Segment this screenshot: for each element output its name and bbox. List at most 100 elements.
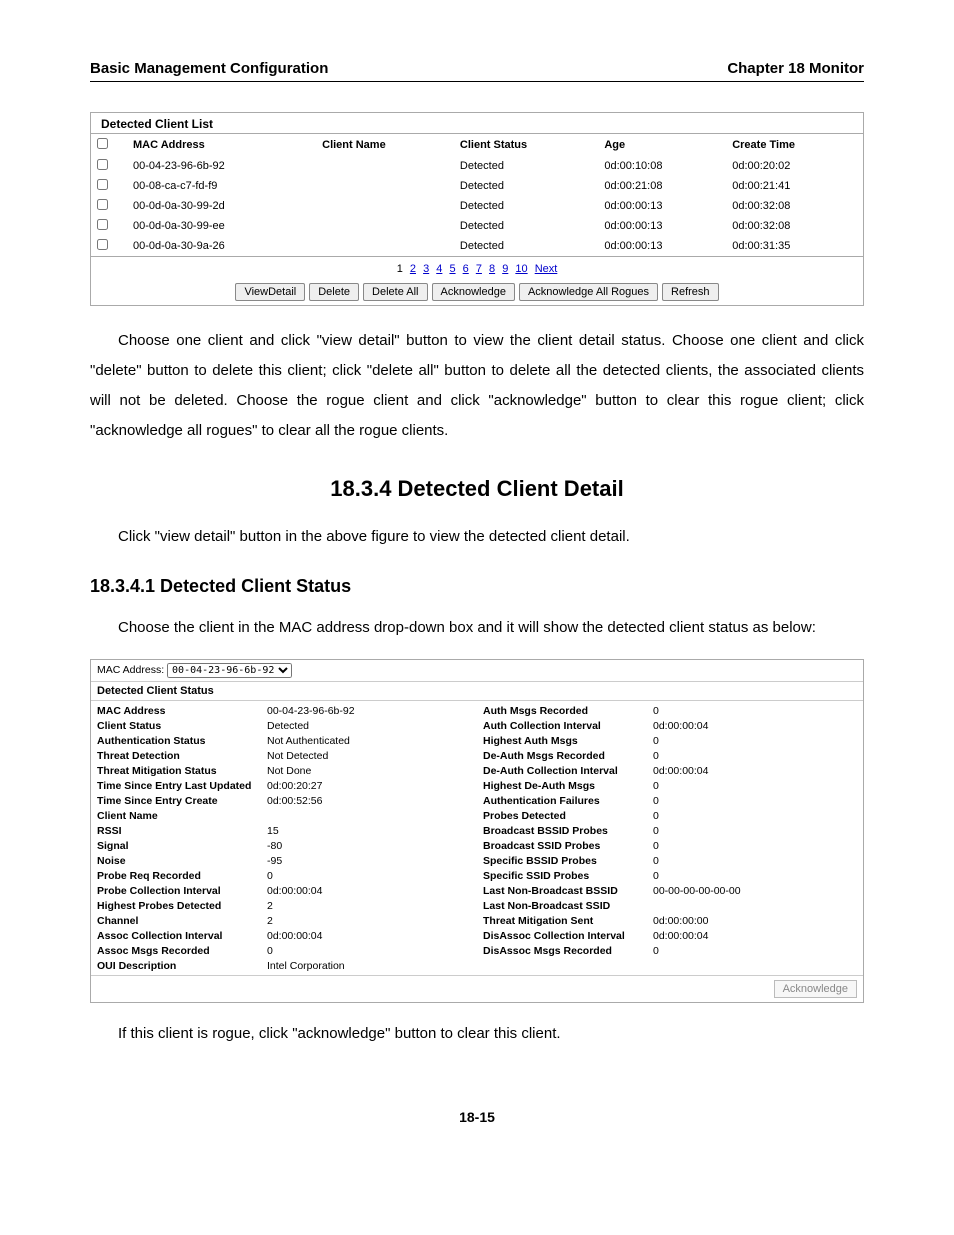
pager-link[interactable]: 6 [463, 263, 469, 275]
status-line: Auth Collection Interval0d:00:00:04 [477, 718, 863, 733]
status-line: OUI DescriptionIntel Corporation [91, 958, 477, 973]
cell-age: 0d:00:00:13 [598, 196, 726, 216]
status-line: Time Since Entry Create0d:00:52:56 [91, 793, 477, 808]
status-line: DisAssoc Collection Interval0d:00:00:04 [477, 928, 863, 943]
acknowledge-button[interactable]: Acknowledge [432, 283, 515, 301]
button-row: ViewDetail Delete Delete All Acknowledge… [90, 279, 864, 306]
pager-link[interactable]: 5 [449, 263, 455, 275]
status-value: 0d:00:00:00 [653, 915, 857, 927]
status-value: 0d:00:52:56 [267, 795, 471, 807]
pager-link[interactable]: 4 [436, 263, 442, 275]
cell-status: Detected [454, 156, 598, 176]
status-label: Broadcast SSID Probes [483, 840, 653, 852]
pager-link[interactable]: 7 [476, 263, 482, 275]
status-label: Last Non-Broadcast BSSID [483, 885, 653, 897]
table-row: 00-0d-0a-30-99-2dDetected0d:00:00:130d:0… [91, 196, 864, 216]
paragraph-4: If this client is rogue, click "acknowle… [90, 1019, 864, 1049]
status-line: Probe Collection Interval0d:00:00:04 [91, 883, 477, 898]
status-value: 0d:00:20:27 [267, 780, 471, 792]
status-label: Highest De-Auth Msgs [483, 780, 653, 792]
mac-address-select[interactable]: 00-04-23-96-6b-92 [167, 663, 292, 678]
cell-create: 0d:00:20:02 [726, 156, 863, 176]
row-checkbox[interactable] [97, 159, 108, 170]
status-line: Broadcast SSID Probes0 [477, 838, 863, 853]
status-acknowledge-button[interactable]: Acknowledge [774, 980, 857, 998]
status-label: Time Since Entry Last Updated [97, 780, 267, 792]
status-value: 0 [653, 810, 857, 822]
client-table: MAC Address Client Name Client Status Ag… [90, 133, 864, 257]
row-checkbox[interactable] [97, 239, 108, 250]
status-value: 0d:00:00:04 [267, 930, 471, 942]
status-value: 00-04-23-96-6b-92 [267, 705, 471, 717]
refresh-button[interactable]: Refresh [662, 283, 719, 301]
status-label: Probe Collection Interval [97, 885, 267, 897]
status-value: 0 [653, 870, 857, 882]
pager-link[interactable]: 2 [410, 263, 416, 275]
status-col-left: MAC Address00-04-23-96-6b-92Client Statu… [91, 701, 477, 975]
status-value: 0 [267, 945, 471, 957]
header-right: Chapter 18 Monitor [727, 60, 864, 77]
status-value: 0 [653, 945, 857, 957]
pager-link[interactable]: 9 [502, 263, 508, 275]
status-label: DisAssoc Collection Interval [483, 930, 653, 942]
status-line: DisAssoc Msgs Recorded0 [477, 943, 863, 958]
pager-link[interactable]: 8 [489, 263, 495, 275]
paragraph-1: Choose one client and click "view detail… [90, 326, 864, 446]
pager-link[interactable]: 3 [423, 263, 429, 275]
status-value: 0 [653, 840, 857, 852]
cell-age: 0d:00:21:08 [598, 176, 726, 196]
status-line: De-Auth Collection Interval0d:00:00:04 [477, 763, 863, 778]
table-row: 00-0d-0a-30-99-eeDetected0d:00:00:130d:0… [91, 216, 864, 236]
cell-status: Detected [454, 216, 598, 236]
status-value: 0d:00:00:04 [653, 720, 857, 732]
pager: 1 2 3 4 5 6 7 8 9 10 Next [90, 257, 864, 279]
status-label: De-Auth Msgs Recorded [483, 750, 653, 762]
status-line: Specific BSSID Probes0 [477, 853, 863, 868]
cell-mac: 00-0d-0a-30-99-2d [127, 196, 316, 216]
status-line: MAC Address00-04-23-96-6b-92 [91, 703, 477, 718]
status-line: Time Since Entry Last Updated0d:00:20:27 [91, 778, 477, 793]
status-label: Signal [97, 840, 267, 852]
status-label: Assoc Collection Interval [97, 930, 267, 942]
section-heading-sub: 18.3.4.1 Detected Client Status [90, 576, 864, 597]
status-label: Time Since Entry Create [97, 795, 267, 807]
status-line: Noise-95 [91, 853, 477, 868]
status-line: Probes Detected0 [477, 808, 863, 823]
status-value: 0d:00:00:04 [267, 885, 471, 897]
pager-next[interactable]: Next [535, 263, 558, 275]
cell-status: Detected [454, 176, 598, 196]
cell-create: 0d:00:31:35 [726, 236, 863, 257]
status-label: Noise [97, 855, 267, 867]
col-create: Create Time [726, 134, 863, 157]
status-value: Not Authenticated [267, 735, 471, 747]
row-checkbox[interactable] [97, 219, 108, 230]
cell-name [316, 236, 454, 257]
status-label: Authentication Failures [483, 795, 653, 807]
status-label: Assoc Msgs Recorded [97, 945, 267, 957]
row-checkbox[interactable] [97, 199, 108, 210]
status-value: -80 [267, 840, 471, 852]
mac-label: MAC Address: [97, 664, 164, 676]
row-checkbox[interactable] [97, 179, 108, 190]
status-label: Channel [97, 915, 267, 927]
status-line: Threat Mitigation Sent0d:00:00:00 [477, 913, 863, 928]
cell-age: 0d:00:10:08 [598, 156, 726, 176]
delete-all-button[interactable]: Delete All [363, 283, 427, 301]
table-row: 00-04-23-96-6b-92Detected0d:00:10:080d:0… [91, 156, 864, 176]
status-value: Intel Corporation [267, 960, 471, 972]
cell-age: 0d:00:00:13 [598, 236, 726, 257]
status-line: Assoc Collection Interval0d:00:00:04 [91, 928, 477, 943]
status-value: 0 [653, 795, 857, 807]
pager-link[interactable]: 10 [515, 263, 527, 275]
status-line: Authentication StatusNot Authenticated [91, 733, 477, 748]
status-label: Auth Collection Interval [483, 720, 653, 732]
status-value: 0 [653, 735, 857, 747]
cell-create: 0d:00:32:08 [726, 196, 863, 216]
view-detail-button[interactable]: ViewDetail [235, 283, 305, 301]
status-line: Highest Auth Msgs0 [477, 733, 863, 748]
status-line: Threat Mitigation StatusNot Done [91, 763, 477, 778]
select-all-checkbox[interactable] [97, 138, 108, 149]
detected-client-status-panel: MAC Address: 00-04-23-96-6b-92 Detected … [90, 659, 864, 1003]
delete-button[interactable]: Delete [309, 283, 359, 301]
acknowledge-all-rogues-button[interactable]: Acknowledge All Rogues [519, 283, 658, 301]
